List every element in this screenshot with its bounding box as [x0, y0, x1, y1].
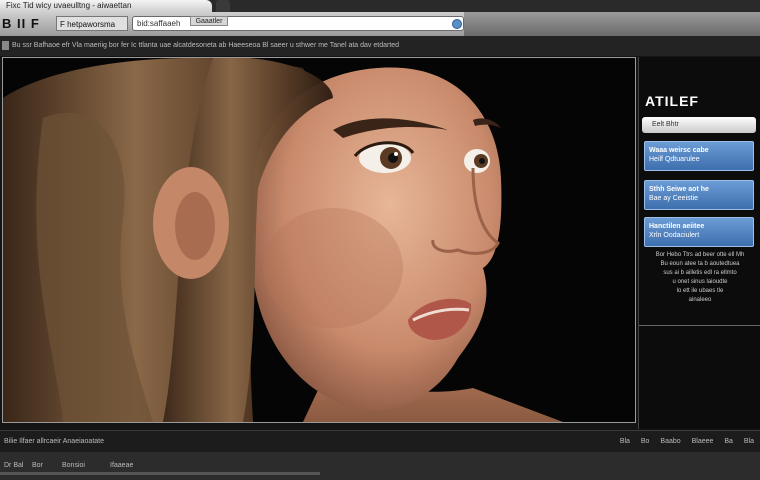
- sidebar-text-line: sus ai b ailletis edl ra ellmto: [663, 270, 737, 276]
- bookmarks-bar[interactable]: Bu ssr Bafhaoe efr Vla maeriig bor fer I…: [0, 36, 760, 56]
- card-subtitle: Bae ay Ceeistie: [649, 195, 699, 202]
- sidebar-text: Bor Hebo Ttrs ad beer otte ell Mh Bu eou…: [645, 251, 755, 305]
- card-subtitle: Heilf Qdtuarulee: [649, 156, 700, 163]
- card-title: Hanctilen aeiitee: [649, 223, 705, 230]
- toolbar-right: [464, 12, 760, 36]
- bookmark-icon[interactable]: [2, 41, 9, 50]
- status-control[interactable]: Blaeee: [692, 431, 714, 453]
- address-bar[interactable]: bid:saffaaeh: [132, 16, 464, 31]
- sidebar-text-line: u onet sinus laioudte: [672, 279, 728, 285]
- status-control[interactable]: Bla: [744, 431, 754, 453]
- bottom-item[interactable]: Dr Bal: [4, 462, 23, 469]
- site-label[interactable]: F hetpaworsma: [56, 16, 128, 31]
- sidebar-text-line: Bu eoun atee ta b aoutedtuea: [660, 261, 740, 267]
- sidebar-text-line: ainaleeo: [688, 297, 712, 303]
- bottom-item[interactable]: Bonsioi: [62, 462, 85, 469]
- status-text: Bilie Ilfaer allrcaeir Anaeiaoatate: [4, 438, 105, 445]
- status-control[interactable]: Baabo: [660, 431, 680, 453]
- sidebar-divider: [639, 325, 760, 326]
- browser-tab[interactable]: Fixc Tid wicy uvaeulltng - aiwaettan: [0, 0, 212, 12]
- address-chip[interactable]: Gaaatler: [190, 16, 228, 26]
- bottom-bar: Dr Bal Bor Bonsioi Ifaaeae: [0, 452, 760, 480]
- sidebar-card[interactable]: Sthh Seiwe aot he Bae ay Ceeistie: [644, 180, 754, 210]
- status-controls: Bla Bo Baabo Blaeee Ba Bla: [611, 431, 754, 453]
- sidebar-text-line: lo ett ile ubaes tle: [676, 288, 724, 294]
- card-title: Sthh Seiwe aot he: [649, 186, 709, 193]
- tab-strip: Fixc Tid wicy uvaeulltng - aiwaettan: [0, 0, 760, 12]
- sidebar-card[interactable]: Hanctilen aeiitee Xrln Oodaciulert: [644, 217, 754, 247]
- bottom-item[interactable]: Ifaaeae: [110, 462, 133, 469]
- status-control[interactable]: Bla: [620, 431, 630, 453]
- sidebar-text-line: Bor Hebo Ttrs ad beer otte ell Mh: [655, 252, 745, 258]
- card-title: Waaa weirsc cabe: [649, 147, 709, 154]
- card-subtitle: Xrln Oodaciulert: [649, 232, 700, 239]
- sidebar-title: ATILEF: [645, 93, 699, 109]
- main-photo: [2, 57, 636, 423]
- new-tab-button[interactable]: [216, 0, 230, 12]
- sidebar-card[interactable]: Waaa weirsc cabe Heilf Qdtuarulee: [644, 141, 754, 171]
- bottom-item[interactable]: Bor: [32, 462, 43, 469]
- status-control[interactable]: Ba: [724, 431, 733, 453]
- sidebar: ATILEF Eelt Bhtr Waaa weirsc cabe Heilf …: [638, 57, 760, 429]
- sidebar-search[interactable]: Eelt Bhtr: [642, 117, 756, 133]
- go-icon[interactable]: [452, 19, 462, 29]
- progress-track: [0, 472, 320, 475]
- portrait-image: [3, 58, 635, 422]
- toolbar-logo: B II F: [2, 16, 40, 31]
- status-bar: Bilie Ilfaer allrcaeir Anaeiaoatate Bla …: [0, 430, 760, 453]
- status-control[interactable]: Bo: [641, 431, 650, 453]
